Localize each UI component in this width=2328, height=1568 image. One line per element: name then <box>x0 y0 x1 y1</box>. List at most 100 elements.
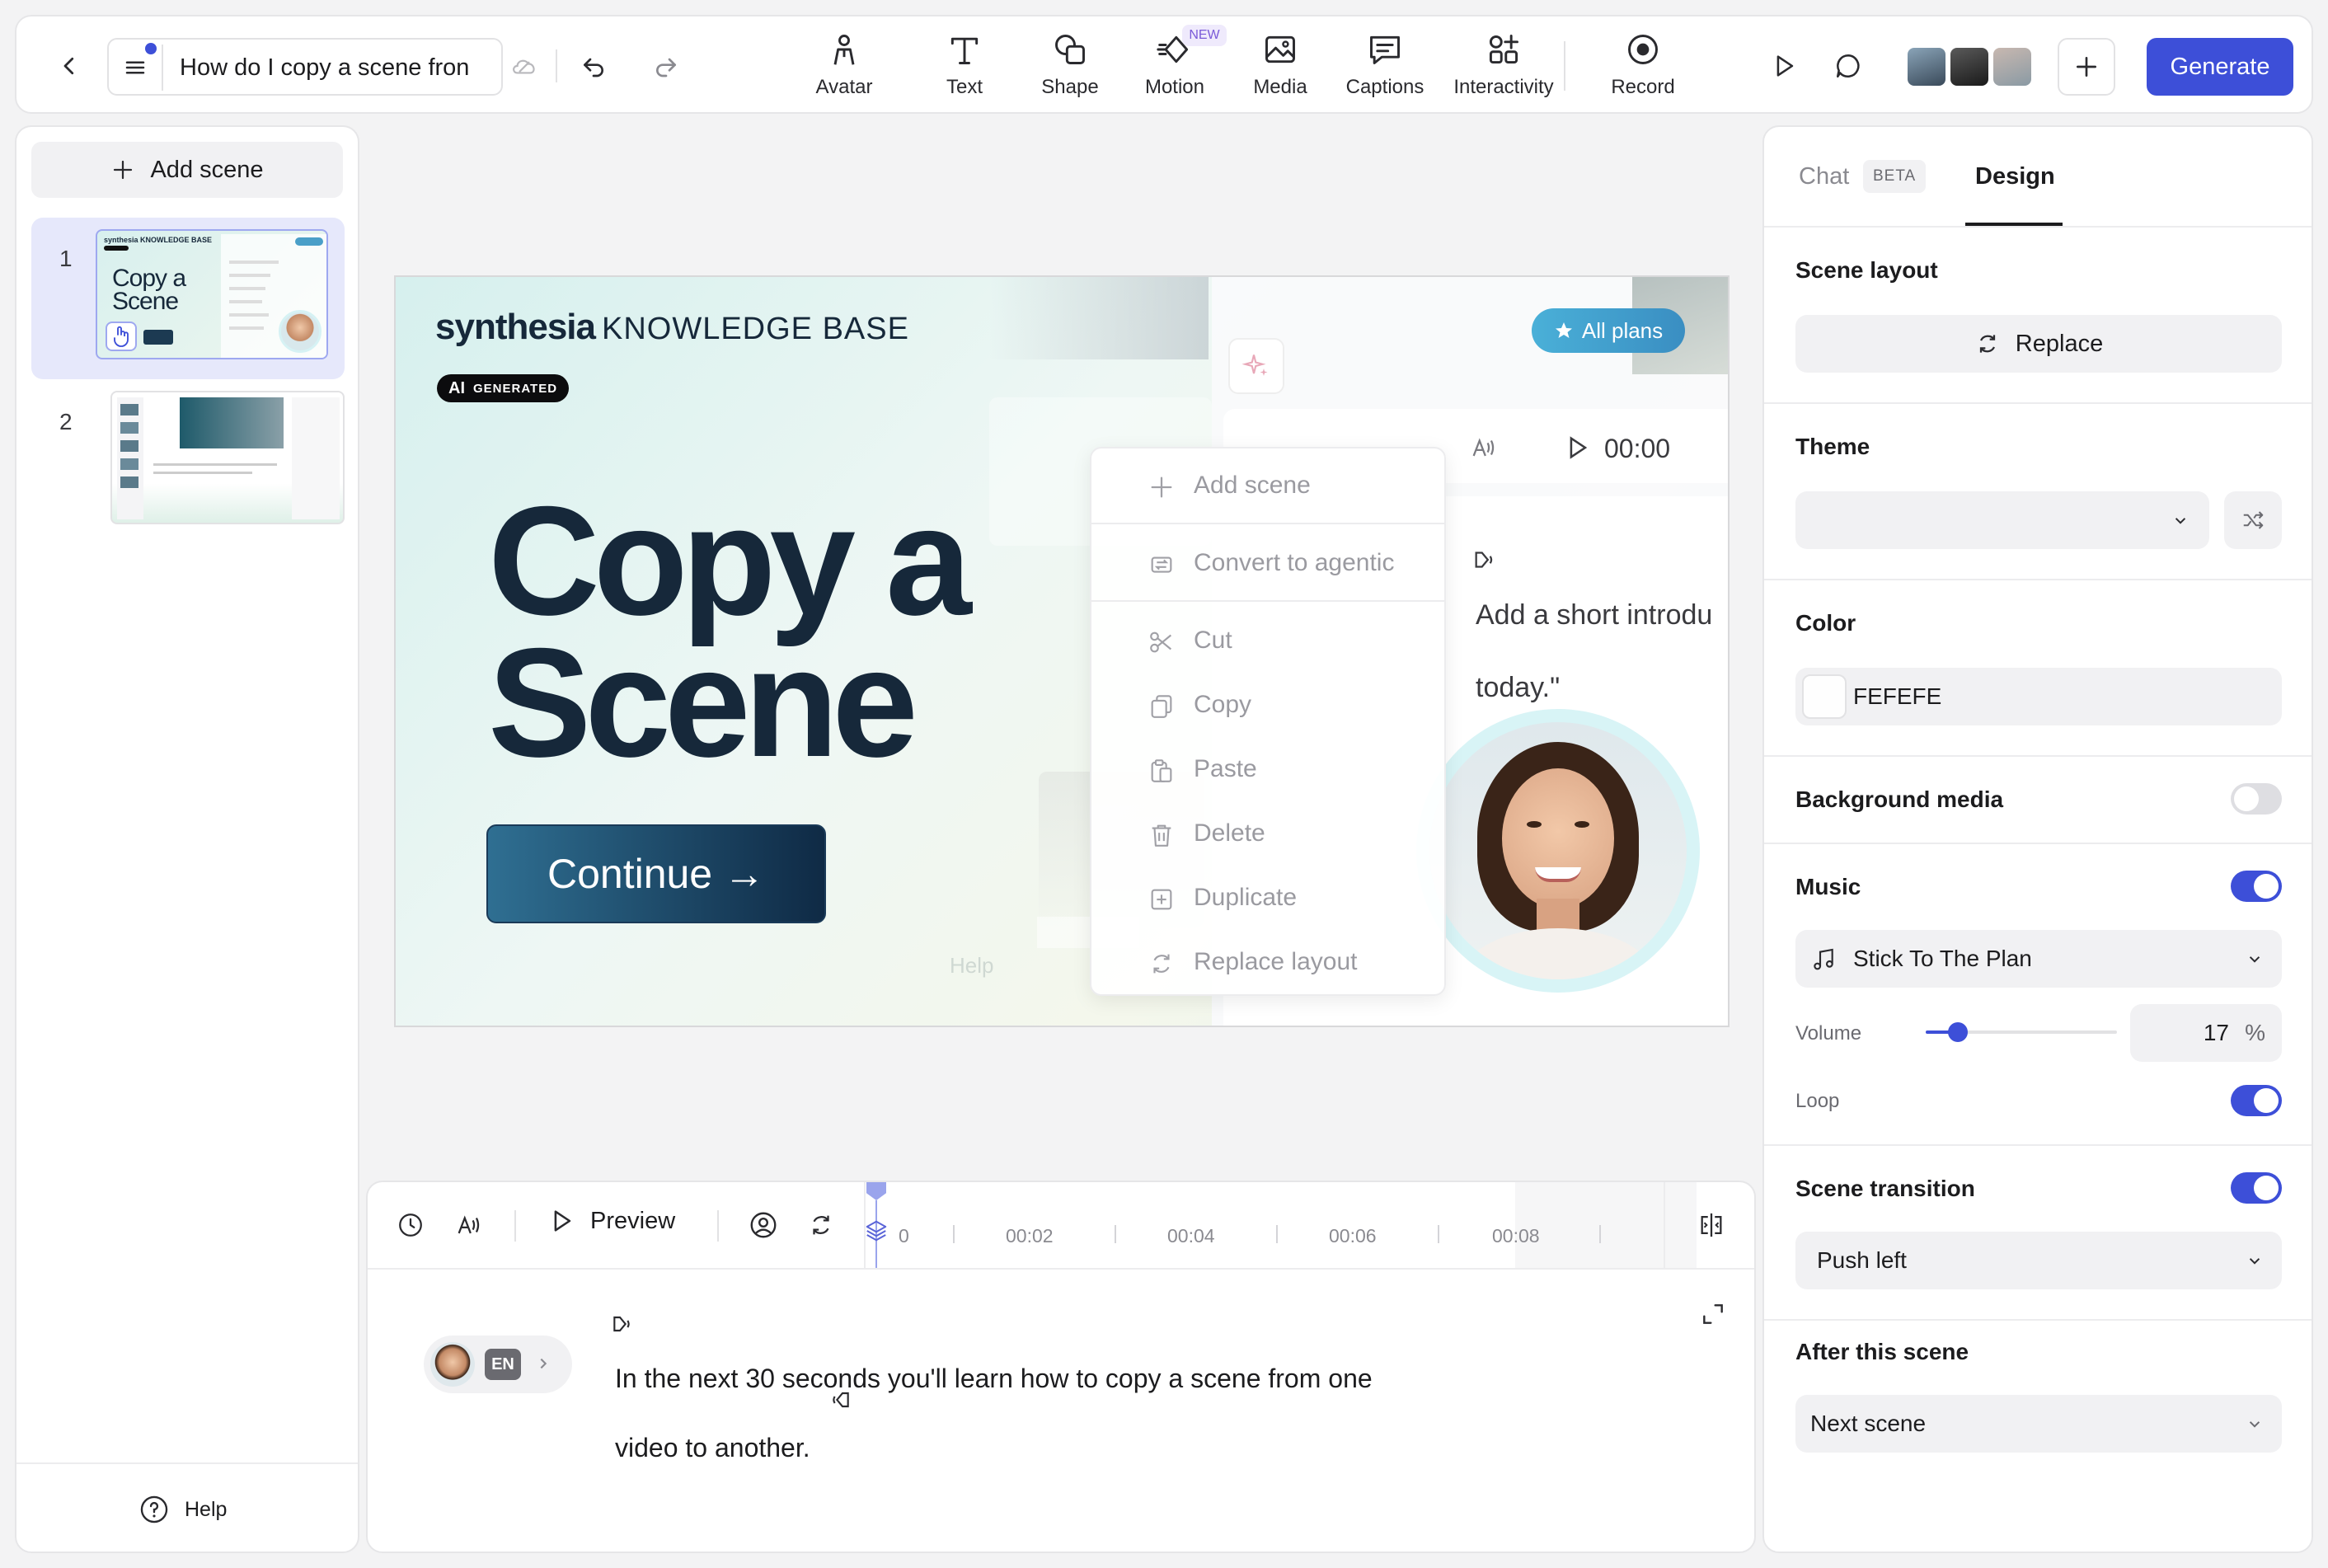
invite-plus-icon[interactable] <box>2058 38 2115 96</box>
tick-label: 0 <box>899 1225 909 1246</box>
menu-add-scene[interactable]: Add scene <box>1091 457 1446 514</box>
tool-captions[interactable]: Captions <box>1323 31 1447 99</box>
comment-icon[interactable] <box>1830 48 1866 84</box>
chevron-down-icon <box>2175 518 2186 524</box>
continue-button[interactable]: Continue → <box>486 824 826 923</box>
music-track-select[interactable]: Stick To The Plan <box>1795 930 2282 988</box>
generate-button[interactable]: Generate <box>2147 38 2293 96</box>
star-icon <box>1555 322 1572 338</box>
collaborator-avatar[interactable] <box>1949 46 1990 87</box>
scene-transition-toggle[interactable] <box>2231 1172 2282 1204</box>
avatar-presenter[interactable] <box>1429 722 1687 979</box>
scene-number: 1 <box>59 246 73 271</box>
clock-icon[interactable] <box>392 1207 429 1243</box>
scene-thumbnail: synthesia KNOWLEDGE BASE Copy a Scene <box>96 229 328 359</box>
document-title-box[interactable]: How do I copy a scene fron <box>107 38 503 96</box>
back-icon[interactable] <box>51 48 87 84</box>
split-view-icon[interactable] <box>1693 1207 1730 1243</box>
background-media-toggle[interactable] <box>2231 783 2282 815</box>
slide-canvas[interactable]: All plans 00:00 Add a short introdu toda… <box>394 275 1730 1027</box>
volume-slider-handle[interactable] <box>1948 1022 1969 1042</box>
color-title: Color <box>1795 610 1856 636</box>
ai-generated-badge: AI GENERATED <box>437 374 570 402</box>
scene-transition-title: Scene transition <box>1795 1176 1975 1201</box>
scene-number: 2 <box>59 409 73 434</box>
brand-logo: synthesia KNOWLEDGE BASE <box>435 307 909 347</box>
loop-toggle[interactable] <box>2231 1085 2282 1116</box>
text-icon <box>950 37 979 64</box>
cloud-sync-icon <box>506 48 542 84</box>
expand-icon[interactable] <box>1695 1296 1731 1332</box>
trash-icon <box>1152 824 1171 847</box>
refresh-icon[interactable] <box>803 1207 839 1243</box>
all-plans-badge: All plans <box>1532 308 1685 353</box>
play-icon <box>554 1210 571 1232</box>
notification-dot <box>145 43 157 54</box>
paste-icon <box>1151 759 1172 782</box>
color-swatch[interactable] <box>1802 674 1847 719</box>
hand-pointer-icon <box>106 322 137 351</box>
interactivity-icon <box>1489 35 1518 64</box>
menu-delete[interactable]: Delete <box>1091 805 1446 862</box>
bg-help: Help <box>950 953 994 978</box>
tick-label: 00:08 <box>1492 1225 1540 1246</box>
scene-item-2[interactable]: 2 <box>31 389 345 529</box>
play-icon[interactable] <box>1766 48 1802 84</box>
theme-select[interactable] <box>1795 491 2209 549</box>
language-badge: EN <box>485 1349 521 1380</box>
tick-label: 00:02 <box>1006 1225 1054 1246</box>
preview-button[interactable]: Preview <box>547 1207 675 1235</box>
tab-design[interactable]: Design <box>1975 163 2055 190</box>
scenes-panel: Add scene 1 synthesia KNOWLEDGE BASE Cop… <box>15 125 359 1553</box>
menu-cut[interactable]: Cut <box>1091 612 1446 669</box>
color-input[interactable]: FEFEFE <box>1795 668 2282 725</box>
bg-waveform-icon <box>1467 434 1499 462</box>
scene-item-1[interactable]: 1 synthesia KNOWLEDGE BASE Copy a Scene <box>31 218 345 379</box>
after-scene-select[interactable]: Next scene <box>1795 1395 2282 1453</box>
tool-avatar[interactable]: Avatar <box>782 31 906 99</box>
menu-duplicate[interactable]: Duplicate <box>1091 869 1446 927</box>
help-button[interactable]: Help <box>138 1494 227 1525</box>
menu-convert-to-agentic[interactable]: Convert to agentic <box>1091 534 1446 592</box>
tick-label: 00:06 <box>1329 1225 1377 1246</box>
tool-interactivity[interactable]: Interactivity <box>1442 31 1565 99</box>
menu-paste[interactable]: Paste <box>1091 740 1446 798</box>
menu-icon[interactable] <box>117 49 153 86</box>
volume-slider[interactable] <box>1926 1022 2117 1042</box>
duplicate-icon <box>1151 889 1172 910</box>
tab-chat[interactable]: Chat <box>1799 163 1849 190</box>
design-panel: Chat BETA Design Scene layout Replace Th… <box>1762 125 2313 1553</box>
shuffle-theme-button[interactable] <box>2224 491 2282 549</box>
collaborator-avatar[interactable] <box>1992 46 2033 87</box>
replace-icon <box>1153 954 1170 974</box>
voice-end-icon <box>824 1387 854 1413</box>
transition-select[interactable]: Push left <box>1795 1232 2282 1289</box>
replace-layout-button[interactable]: Replace <box>1795 315 2282 373</box>
scene-layout-title: Scene layout <box>1795 257 1938 283</box>
redo-icon[interactable] <box>648 48 684 84</box>
playhead-handle[interactable] <box>866 1182 886 1200</box>
chevron-right-icon <box>534 1350 552 1377</box>
tool-record[interactable]: Record <box>1581 31 1705 99</box>
menu-copy[interactable]: Copy <box>1091 676 1446 734</box>
script-text[interactable]: In the next 30 seconds you'll learn how … <box>615 1344 1373 1482</box>
document-title[interactable]: How do I copy a scene fron <box>180 54 493 82</box>
collaborator-avatar[interactable] <box>1906 46 1947 87</box>
context-menu: Add scene Convert to agentic Cut Copy Pa… <box>1090 447 1446 996</box>
convert-icon <box>1151 556 1172 573</box>
speaker-chip[interactable]: EN <box>424 1336 572 1393</box>
chevron-down-icon <box>2249 1421 2260 1428</box>
voice-icon[interactable] <box>450 1207 486 1243</box>
add-scene-button[interactable]: Add scene <box>31 142 343 198</box>
undo-icon[interactable] <box>575 48 612 84</box>
timeline-ruler[interactable]: 0 00:02 00:04 00:06 00:08 <box>866 1182 1754 1268</box>
top-toolbar: How do I copy a scene fron Avatar Text S… <box>15 15 2313 114</box>
avatar-circle-icon[interactable] <box>745 1207 781 1243</box>
slide-title[interactable]: Copy a Scene <box>488 483 972 780</box>
music-toggle[interactable] <box>2231 871 2282 902</box>
menu-replace-layout[interactable]: Replace layout <box>1091 933 1446 991</box>
tick-label: 00:04 <box>1167 1225 1215 1246</box>
beta-badge: BETA <box>1863 160 1927 193</box>
after-scene-title: After this scene <box>1795 1339 1969 1364</box>
volume-input[interactable]: 17 % <box>2130 1004 2282 1062</box>
